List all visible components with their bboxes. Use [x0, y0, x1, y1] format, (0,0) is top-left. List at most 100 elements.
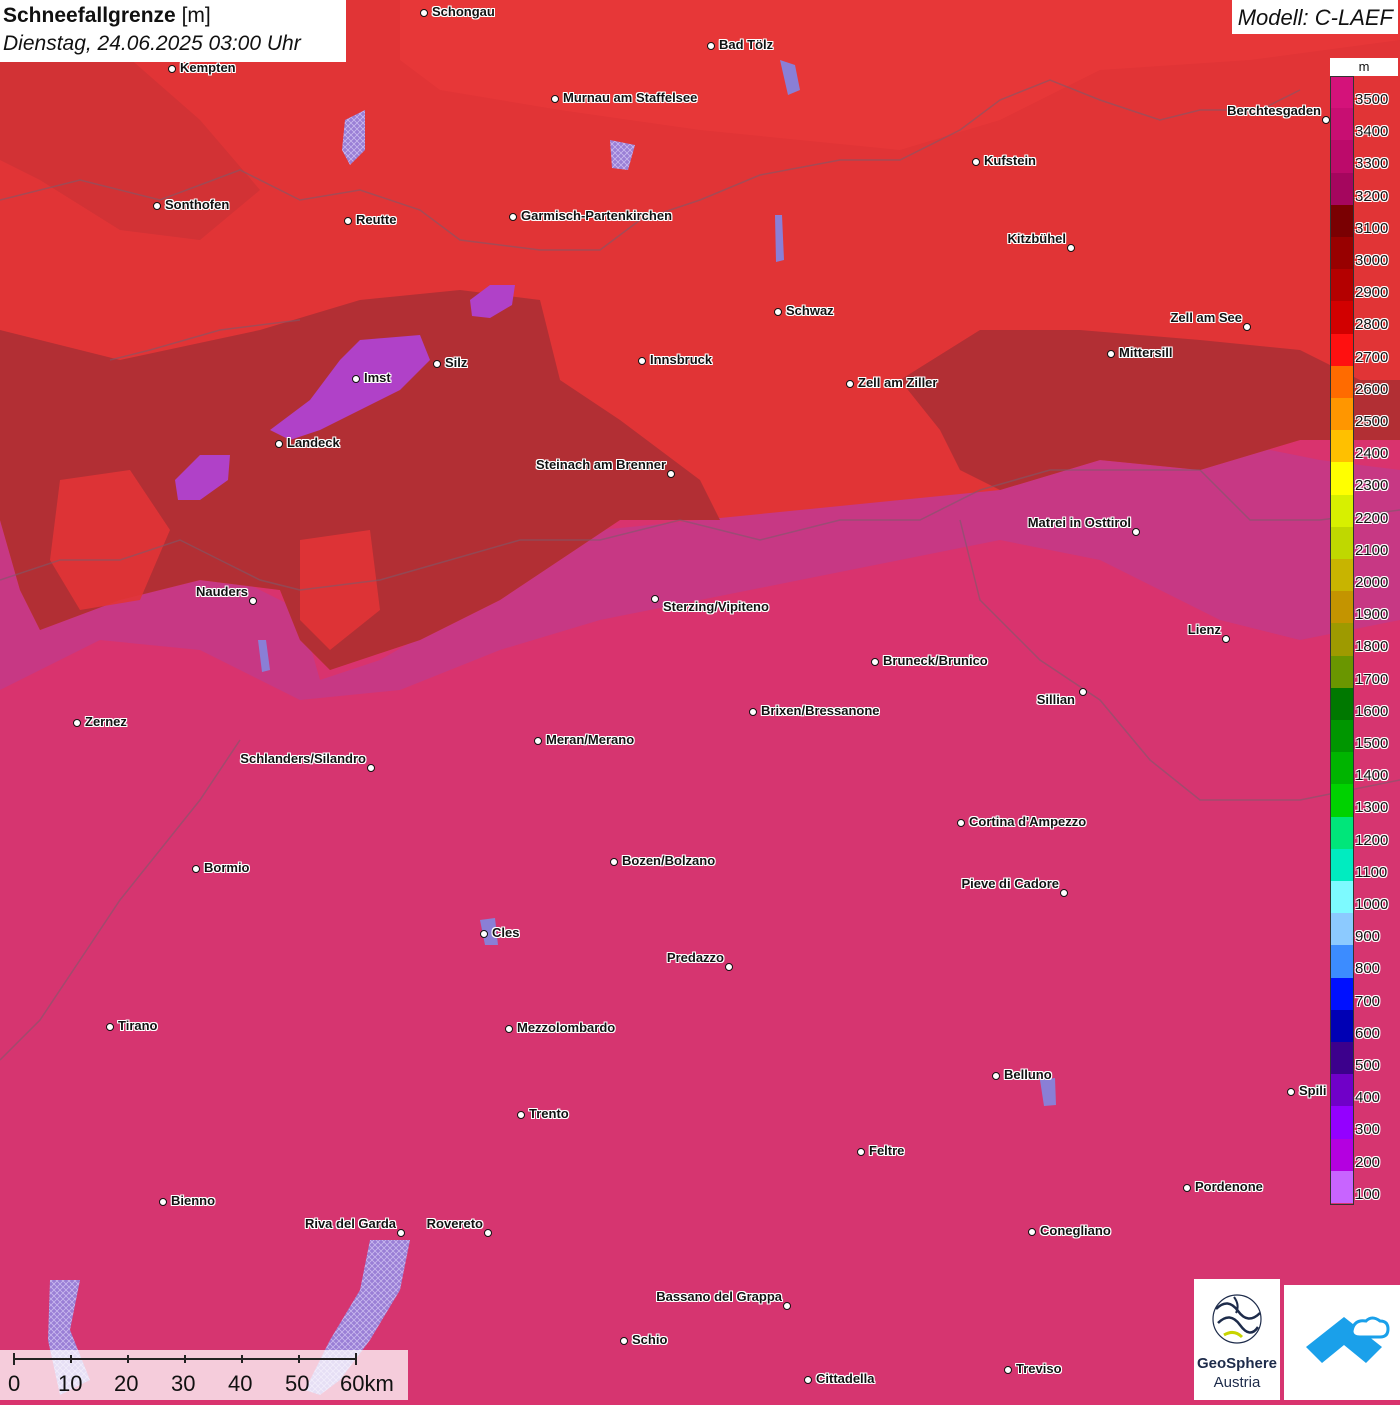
city-label-bormio: Bormio: [204, 860, 250, 875]
city-dot-silz: [433, 360, 441, 368]
city-label-steinach-am-brenner: Steinach am Brenner: [535, 457, 666, 472]
city-label-belluno: Belluno: [1004, 1067, 1052, 1082]
city-dot-bozen-bolzano: [610, 858, 618, 866]
model-label: Modell: C-LAEF: [1231, 0, 1398, 34]
city-label-meran-merano: Meran/Merano: [546, 732, 635, 747]
city-label-conegliano: Conegliano: [1040, 1223, 1111, 1238]
legend-label-1100: 1100: [1355, 863, 1388, 881]
city-label-bad-tolz: Bad Tölz: [719, 37, 774, 52]
city-dot-sillian: [1079, 688, 1087, 696]
scale-label-3: 30: [171, 1371, 196, 1396]
geosphere-sub: Austria: [1213, 1374, 1261, 1391]
city-label-brixen-bressanone: Brixen/Bressanone: [761, 703, 880, 718]
legend-label-500: 500: [1355, 1057, 1381, 1074]
city-label-trento: Trento: [529, 1106, 569, 1121]
city-label-pieve-di-cadore: Pieve di Cadore: [961, 876, 1059, 891]
legend-label-2800: 2800: [1355, 316, 1389, 334]
city-label-lienz: Lienz: [1187, 622, 1221, 637]
city-dot-zell-am-ziller: [846, 380, 854, 388]
city-label-garmisch-partenkirchen: Garmisch-Partenkirchen: [521, 208, 673, 223]
city-dot-treviso: [1004, 1366, 1012, 1374]
city-label-kufstein: Kufstein: [984, 153, 1036, 168]
city-label-pordenone: Pordenone: [1195, 1179, 1263, 1194]
city-label-silz: Silz: [445, 355, 468, 370]
legend-frame: [1330, 76, 1354, 1205]
city-dot-lienz: [1222, 635, 1230, 643]
city-dot-kempten: [168, 65, 176, 73]
city-label-tirano: Tirano: [118, 1018, 158, 1033]
city-dot-bienno: [159, 1198, 167, 1206]
city-dot-zernez: [73, 719, 81, 727]
geosphere-logo: GeoSphere Austria: [1194, 1279, 1280, 1400]
legend-label-100: 100: [1355, 1185, 1381, 1203]
city-dot-cittadella: [804, 1376, 812, 1384]
city-label-imst: Imst: [364, 370, 391, 385]
legend-label-2900: 2900: [1355, 284, 1389, 302]
legend-label-400: 400: [1355, 1089, 1381, 1107]
city-label-cortina-d-ampezzo: Cortina d'Ampezzo: [969, 814, 1087, 829]
city-dot-reutte: [344, 217, 352, 225]
city-dot-brixen-bressanone: [749, 708, 757, 716]
legend-label-700: 700: [1355, 992, 1381, 1010]
city-dot-conegliano: [1028, 1228, 1036, 1236]
scale-label-1: 10: [58, 1371, 83, 1396]
legend-label-3300: 3300: [1355, 155, 1389, 173]
legend-unit: m: [1330, 58, 1398, 76]
city-dot-sonthofen: [153, 202, 161, 210]
legend-label-3200: 3200: [1355, 187, 1389, 205]
city-dot-predazzo: [725, 963, 733, 971]
city-dot-tirano: [106, 1023, 114, 1031]
legend-label-1200: 1200: [1355, 831, 1389, 849]
city-dot-pieve-di-cadore: [1060, 889, 1068, 897]
city-label-kitzbuhel: Kitzbühel: [1007, 231, 1067, 246]
city-dot-zell-am-see: [1243, 323, 1251, 331]
legend-label-1300: 1300: [1355, 799, 1389, 817]
legend-label-3400: 3400: [1355, 123, 1389, 141]
city-dot-landeck: [275, 440, 283, 448]
city-label-sillian: Sillian: [1036, 692, 1075, 707]
city-dot-belluno: [992, 1072, 1000, 1080]
geosphere-name: GeoSphere: [1196, 1355, 1278, 1372]
legend-label-2700: 2700: [1355, 348, 1389, 366]
city-dot-meran-merano: [534, 737, 542, 745]
city-label-murnau-am-staffelsee: Murnau am Staffelsee: [563, 90, 698, 105]
city-label-innsbruck: Innsbruck: [650, 352, 713, 367]
city-dot-bruneck-brunico: [871, 658, 879, 666]
city-dot-schwaz: [774, 308, 782, 316]
title-box: Schneefallgrenze [m] Dienstag, 24.06.202…: [0, 0, 346, 62]
city-label-matrei-in-osttirol: Matrei in Osttirol: [1027, 515, 1131, 530]
legend-label-1000: 1000: [1355, 896, 1389, 913]
city-dot-berchtesgaden: [1322, 116, 1330, 124]
legend-label-200: 200: [1355, 1153, 1381, 1171]
legend-label-800: 800: [1355, 960, 1381, 978]
city-label-cles: Cles: [492, 925, 520, 940]
legend-label-3000: 3000: [1355, 252, 1389, 269]
city-label-mittersill: Mittersill: [1119, 345, 1173, 360]
city-dot-trento: [517, 1111, 525, 1119]
city-label-berchtesgaden: Berchtesgaden: [1227, 103, 1321, 118]
geosphere-emblem-icon: [1212, 1294, 1262, 1344]
city-dot-murnau-am-staffelsee: [551, 95, 559, 103]
legend-label-1900: 1900: [1355, 606, 1389, 624]
city-dot-garmisch-partenkirchen: [509, 213, 517, 221]
city-dot-schongau: [420, 9, 428, 17]
city-label-bruneck-brunico: Bruneck/Brunico: [883, 653, 988, 668]
city-dot-riva-del-garda: [397, 1229, 405, 1237]
legend-label-2200: 2200: [1355, 509, 1389, 527]
city-dot-matrei-in-osttirol: [1132, 528, 1140, 536]
city-dot-kitzbuhel: [1067, 244, 1075, 252]
legend-label-1600: 1600: [1355, 702, 1389, 720]
city-dot-pordenone: [1183, 1184, 1191, 1192]
legend-label-2400: 2400: [1355, 445, 1389, 463]
scale-label-0: 0: [8, 1371, 21, 1396]
city-dot-bassano-del-grappa: [783, 1302, 791, 1310]
legend-label-300: 300: [1355, 1121, 1381, 1139]
map-unit: [m]: [181, 4, 211, 27]
city-dot-imst: [352, 375, 360, 383]
city-label-schongau: Schongau: [432, 4, 495, 19]
city-label-schio: Schio: [632, 1332, 668, 1347]
city-dot-feltre: [857, 1148, 865, 1156]
scale-label-6: 60km: [340, 1371, 394, 1396]
city-label-mezzolombardo: Mezzolombardo: [517, 1020, 616, 1035]
city-label-spili: Spili: [1299, 1083, 1327, 1098]
